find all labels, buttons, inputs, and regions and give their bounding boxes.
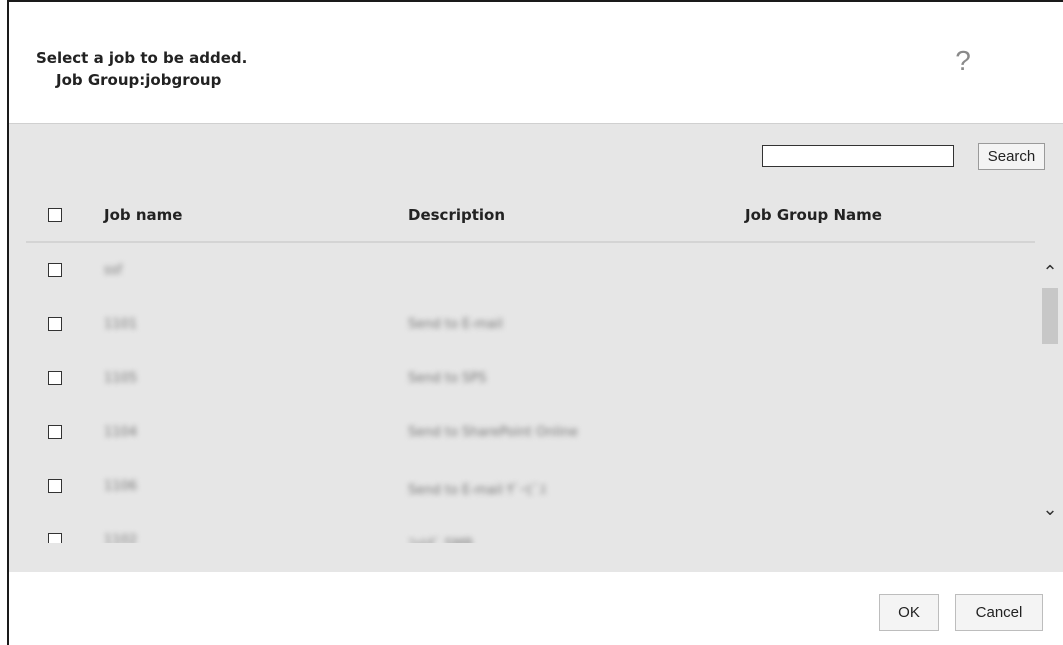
select-all-checkbox[interactable] [48, 208, 62, 222]
row-checkbox[interactable] [48, 479, 62, 493]
dialog-instruction: Select a job to be added. [36, 49, 248, 67]
row-checkbox[interactable] [48, 425, 62, 439]
row-checkbox[interactable] [48, 263, 62, 277]
description-cell: ﾌｫﾙﾀﾞ SMB [408, 533, 473, 543]
table-row[interactable]: 1104 Send to SharePoint Online [9, 405, 1039, 459]
table-row[interactable]: 1102 ﾌｫﾙﾀﾞ SMB [9, 513, 1039, 543]
vertical-scrollbar[interactable]: ⌃ ⌄ [1039, 243, 1061, 543]
job-name-cell: 1106 [104, 479, 138, 494]
job-name-cell: 1104 [104, 425, 138, 440]
scrollbar-thumb[interactable] [1042, 288, 1058, 344]
job-name-cell: ssf [104, 263, 123, 278]
dialog-header: Select a job to be added. Job Group:jobg… [9, 2, 1063, 123]
column-header-job-group-name: Job Group Name [745, 206, 882, 224]
table-row[interactable]: 1105 Send to SPS [9, 351, 1039, 405]
chevron-up-icon[interactable]: ⌃ [1041, 264, 1059, 282]
help-icon[interactable]: ? [953, 46, 973, 76]
job-list-panel: Search Job name Description Job Group Na… [9, 123, 1063, 573]
job-group-label: Job Group:jobgroup [56, 71, 222, 89]
description-cell: Send to SharePoint Online [408, 425, 578, 440]
description-cell: Send to SPS [408, 371, 487, 386]
job-name-cell: 1105 [104, 371, 138, 386]
description-cell: Send to E-mail [408, 317, 503, 332]
dialog-footer: OK Cancel [9, 572, 1063, 645]
search-input[interactable] [762, 145, 954, 167]
search-button[interactable]: Search [978, 143, 1045, 170]
cancel-button[interactable]: Cancel [955, 594, 1043, 631]
job-name-cell: 1101 [104, 317, 138, 332]
table-row[interactable]: ssf [9, 243, 1039, 297]
table-row[interactable]: 1101 Send to E-mail [9, 297, 1039, 351]
job-name-cell: 1102 [104, 533, 138, 543]
chevron-down-icon[interactable]: ⌄ [1041, 501, 1059, 519]
job-table-body: ssf 1101 Send to E-mail 1105 Send to SPS… [9, 243, 1039, 543]
row-checkbox[interactable] [48, 317, 62, 331]
description-cell: Send to E-mail ｻﾞｰﾋﾞｽ [408, 483, 546, 498]
table-row[interactable]: 1106 Send to E-mail ｻﾞｰﾋﾞｽ [9, 459, 1039, 513]
ok-button[interactable]: OK [879, 594, 939, 631]
row-checkbox[interactable] [48, 533, 62, 543]
column-header-job-name: Job name [104, 206, 183, 224]
row-checkbox[interactable] [48, 371, 62, 385]
column-header-description: Description [408, 206, 506, 224]
